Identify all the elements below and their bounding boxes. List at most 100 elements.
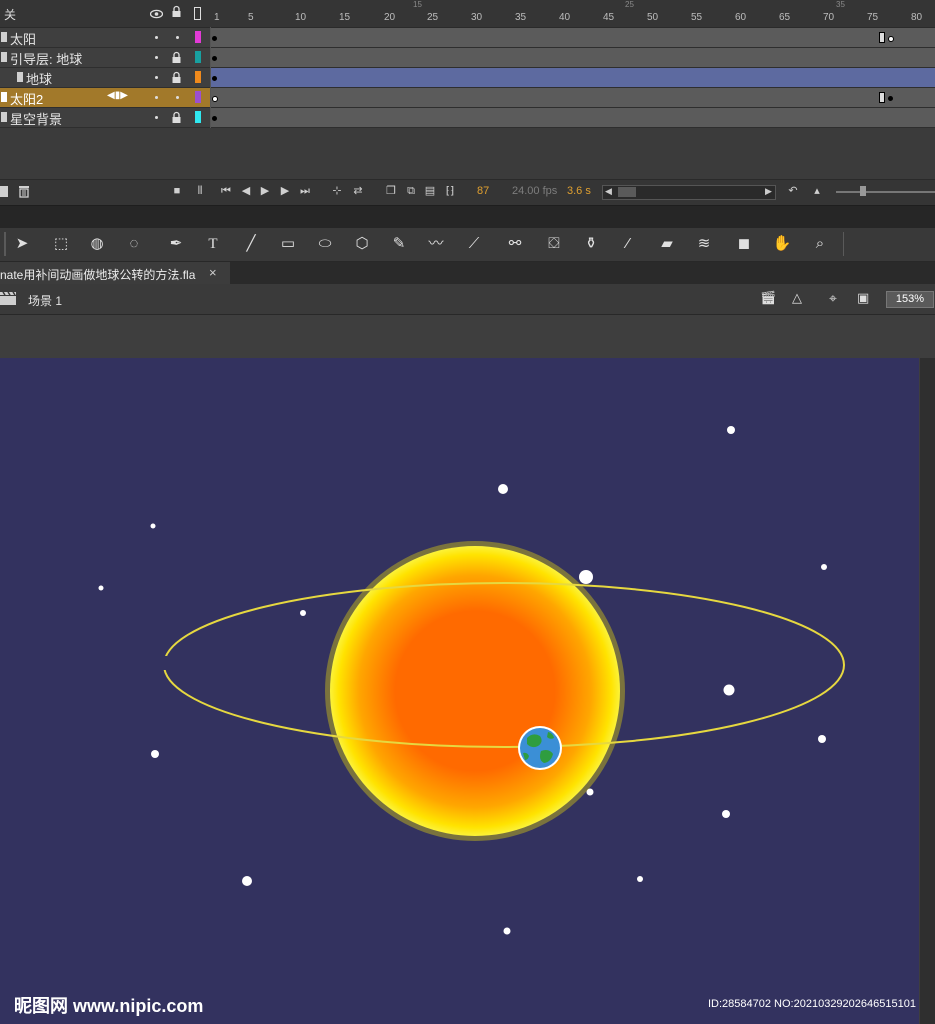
onion-skin-icon[interactable]: ❐ xyxy=(384,184,398,198)
visibility-dot[interactable] xyxy=(155,96,158,99)
bone-tool-icon[interactable]: ⚯ xyxy=(504,234,526,254)
edit-scene-icon[interactable]: 🎬︎ xyxy=(760,290,777,306)
small-mountain-icon[interactable]: ▴ xyxy=(810,184,824,198)
zoom-slider[interactable] xyxy=(836,186,935,196)
keyframe[interactable] xyxy=(212,56,217,61)
visibility-dot[interactable] xyxy=(155,116,158,119)
layer-color-swatch[interactable] xyxy=(195,111,201,123)
zoom-level[interactable]: 153% xyxy=(886,291,934,308)
layer-color-swatch[interactable] xyxy=(195,91,201,103)
scroll-left-icon[interactable]: ◀ xyxy=(605,186,612,197)
center-frame-icon[interactable]: ⊹ xyxy=(330,184,344,198)
frame-track[interactable] xyxy=(211,68,935,88)
frame-track[interactable] xyxy=(211,28,935,48)
eye-icon[interactable] xyxy=(149,6,164,24)
eraser-tool-icon[interactable]: ▰ xyxy=(656,234,678,254)
frame-track[interactable] xyxy=(211,88,935,108)
scroll-right-icon[interactable]: ▶ xyxy=(765,186,772,197)
frame-number: 75 xyxy=(867,12,879,23)
scene-name[interactable]: 场景 1 xyxy=(28,292,62,309)
clip-content-icon[interactable]: ▣ xyxy=(857,290,869,306)
pen-tool-icon[interactable]: ✒ xyxy=(165,234,187,254)
oval-tool-icon[interactable]: ⬭ xyxy=(314,234,336,254)
layer-color-swatch[interactable] xyxy=(195,31,201,43)
layer-row[interactable]: 引导层: 地球 xyxy=(0,48,210,68)
frame-number: 25 xyxy=(427,12,439,23)
lock-dot[interactable] xyxy=(176,96,179,99)
layer-row[interactable]: 太阳2 ◀▮▶ xyxy=(0,88,210,108)
layer-color-swatch[interactable] xyxy=(195,71,201,83)
onion-outline-icon[interactable]: ⧉ xyxy=(404,184,418,198)
brush-tool-icon[interactable]: ⟋ xyxy=(463,234,485,254)
frame-ruler[interactable]: 1 5 10 15 20 25 30 35 40 45 50 55 60 65 70 75 80 xyxy=(211,0,935,27)
last-frame-icon[interactable]: ⏭ xyxy=(298,184,312,198)
camera-icon[interactable]: ■ xyxy=(170,184,184,198)
zoom-slider-thumb[interactable] xyxy=(860,186,866,196)
frame-rate[interactable]: 24.00 fps xyxy=(512,185,557,197)
first-frame-icon[interactable]: ⏮ xyxy=(219,184,233,198)
selection-tool-icon[interactable]: ➤ xyxy=(11,234,33,254)
width-tool-icon[interactable]: ≋ xyxy=(693,234,715,254)
keyframe[interactable] xyxy=(212,36,217,41)
undo-icon[interactable]: ↶ xyxy=(786,184,800,198)
document-tab[interactable]: nate用补间动画做地球公转的方法.fla × xyxy=(0,262,230,284)
edit-multiple-icon[interactable]: ▤ xyxy=(423,184,437,198)
eyedropper-tool-icon[interactable]: ⁄ xyxy=(617,234,639,254)
timeline-scrollbar[interactable]: ◀ ▶ xyxy=(602,185,776,200)
hand-tool-icon[interactable]: ✋ xyxy=(771,234,793,254)
keyframe[interactable] xyxy=(888,36,894,42)
camera-tool-icon[interactable]: ◼ xyxy=(733,234,755,254)
end-frame-marker[interactable] xyxy=(879,92,885,103)
loop-icon[interactable]: ⇄ xyxy=(351,184,365,198)
stage-canvas[interactable] xyxy=(0,358,919,1024)
columns-icon[interactable]: ⦀ xyxy=(193,184,207,198)
scroll-thumb[interactable] xyxy=(618,187,636,197)
stage-vertical-scrollbar[interactable] xyxy=(920,358,935,1024)
elapsed-time[interactable]: 3.6 s xyxy=(567,185,591,197)
layer-color-swatch[interactable] xyxy=(195,51,201,63)
lock-icon[interactable] xyxy=(171,111,182,127)
center-stage-icon[interactable]: ⌖ xyxy=(829,290,837,307)
trash-icon[interactable] xyxy=(18,184,30,203)
lock-icon[interactable] xyxy=(171,71,182,87)
frame-track[interactable] xyxy=(211,108,935,128)
outline-icon[interactable] xyxy=(194,7,201,20)
end-frame-marker[interactable] xyxy=(879,32,885,43)
lock-icon[interactable] xyxy=(171,51,182,67)
layer-row[interactable]: 星空背景 xyxy=(0,108,210,128)
keyframe[interactable] xyxy=(212,116,217,121)
visibility-dot[interactable] xyxy=(155,36,158,39)
close-icon[interactable]: × xyxy=(209,265,217,280)
text-tool-icon[interactable]: T xyxy=(202,234,224,254)
visibility-dot[interactable] xyxy=(155,56,158,59)
layer-row[interactable]: 地球 xyxy=(0,68,210,88)
star xyxy=(503,927,511,935)
polygon-tool-icon[interactable]: ⬡ xyxy=(351,234,373,254)
modify-markers-icon[interactable]: ⁅⁆ xyxy=(443,184,457,198)
3d-rotation-tool-icon[interactable]: ◍ xyxy=(86,234,108,254)
new-layer-icon[interactable] xyxy=(0,186,8,197)
frame-track[interactable] xyxy=(211,48,935,68)
visibility-dot[interactable] xyxy=(155,76,158,79)
zoom-tool-icon[interactable]: ⌕ xyxy=(809,234,831,254)
paint-brush-tool-icon[interactable]: 〰 xyxy=(425,234,447,254)
edit-symbols-icon[interactable]: △ xyxy=(792,290,802,306)
layer-row[interactable]: 太阳 xyxy=(0,28,210,48)
pencil-tool-icon[interactable]: ✎ xyxy=(388,234,410,254)
line-tool-icon[interactable]: ╱ xyxy=(240,234,262,254)
keyframe[interactable] xyxy=(212,96,218,102)
lock-dot[interactable] xyxy=(176,36,179,39)
current-frame[interactable]: 87 xyxy=(477,185,489,197)
keyframe[interactable] xyxy=(212,76,217,81)
keyframe[interactable] xyxy=(888,96,893,101)
ink-bottle-tool-icon[interactable]: ⚱ xyxy=(580,234,602,254)
rectangle-tool-icon[interactable]: ▭ xyxy=(277,234,299,254)
lock-icon[interactable] xyxy=(171,5,182,23)
step-forward-icon[interactable]: ▶ xyxy=(278,184,292,198)
paint-bucket-tool-icon[interactable]: ⛋ xyxy=(543,234,565,254)
keyframe-nav-icon[interactable]: ◀▮▶ xyxy=(107,90,128,101)
step-back-icon[interactable]: ◀ xyxy=(239,184,253,198)
play-icon[interactable]: ▶ xyxy=(258,184,272,198)
lasso-tool-icon[interactable]: ◌ xyxy=(123,234,145,254)
free-transform-tool-icon[interactable]: ⬚ xyxy=(50,234,72,254)
